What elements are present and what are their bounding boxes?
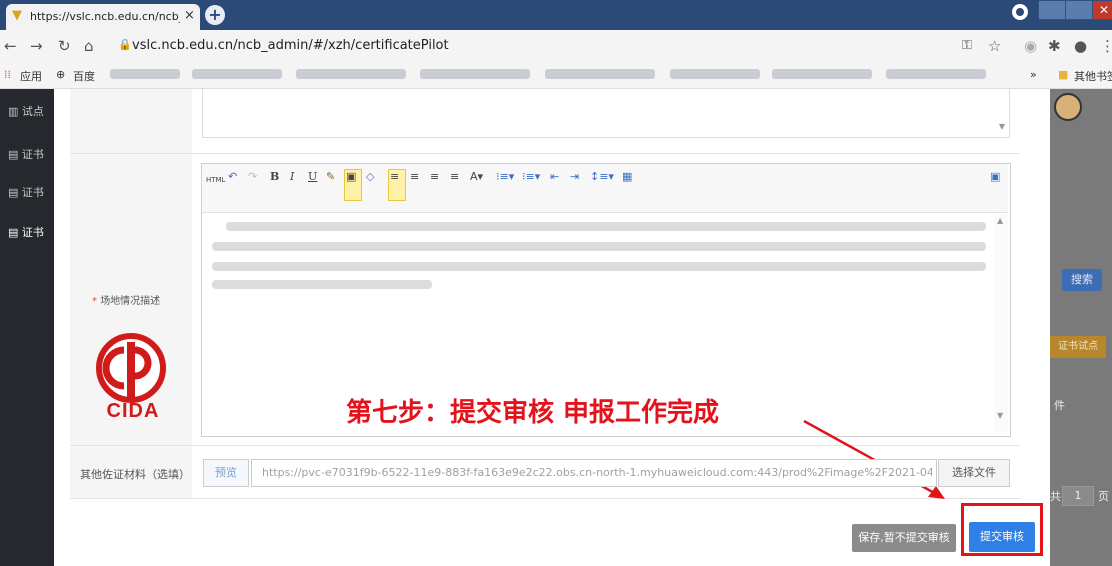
bookmark-blurred[interactable]: [545, 69, 655, 79]
indent-icon[interactable]: ⇥: [570, 170, 579, 184]
align-justify-icon[interactable]: ≡: [450, 170, 459, 184]
home-icon[interactable]: ⌂: [84, 38, 94, 54]
html-source-button[interactable]: HTML: [206, 173, 225, 187]
undo-icon[interactable]: ↶: [228, 170, 237, 184]
account-icon[interactable]: ●: [1074, 38, 1087, 54]
scroll-up-icon[interactable]: ▲: [997, 216, 1003, 225]
sidebar-item-cert-3[interactable]: ▤ 证书: [8, 224, 44, 240]
editor-toolbar: HTML ↶ ↷ B I U ✎ ▣ ◇ ≡ ≡ ≡ ≡ A▾ ⁝≡▾ ⁝≡▾ …: [202, 164, 1008, 213]
outdent-icon[interactable]: ⇤: [550, 170, 559, 184]
bold-icon[interactable]: B: [270, 170, 279, 184]
bookmark-blurred[interactable]: [192, 69, 282, 79]
editor-scrollbar[interactable]: ▲ ▼: [994, 214, 1008, 432]
folder-icon: ■: [1058, 68, 1069, 81]
blurred-text-line: [212, 280, 432, 289]
bookmark-blurred[interactable]: [670, 69, 760, 79]
bookmark-blurred[interactable]: [772, 69, 872, 79]
pagination-suffix: 页: [1098, 490, 1109, 503]
step-annotation: 第七步：提交审核 申报工作完成: [346, 398, 720, 428]
site-description-label: * 场地情况描述: [92, 296, 161, 307]
eraser-icon[interactable]: ◇: [366, 170, 374, 184]
search-button[interactable]: 搜索: [1062, 269, 1102, 291]
file-url-input[interactable]: https://pvc-e7031f9b-6522-11e9-883f-fa16…: [251, 459, 937, 487]
pilot-button[interactable]: 证书试点: [1050, 336, 1106, 358]
preview-button[interactable]: 预览: [203, 459, 249, 487]
file-url-value: https://pvc-e7031f9b-6522-11e9-883f-fa16…: [262, 466, 932, 479]
cida-logo-text: CIDA: [106, 400, 160, 422]
sidebar-item-cert-1[interactable]: ▤ 证书: [8, 146, 44, 162]
lock-icon: 🔒: [118, 38, 132, 51]
minimize-button[interactable]: [1038, 0, 1066, 20]
underline-icon[interactable]: U: [308, 170, 317, 184]
bookmark-blurred[interactable]: [296, 69, 406, 79]
avatar[interactable]: [1054, 93, 1082, 121]
row-divider: [70, 153, 1020, 154]
extension-icon[interactable]: ◉: [1024, 38, 1037, 54]
bookmarks-more[interactable]: »: [1030, 68, 1037, 81]
italic-icon[interactable]: I: [290, 170, 294, 184]
bookmark-apps[interactable]: 应用: [20, 68, 42, 84]
url-text[interactable]: vslc.ncb.edu.cn/ncb_admin/#/xzh/certific…: [132, 38, 449, 53]
font-color-icon[interactable]: A▾: [470, 170, 483, 184]
other-materials-label: 其他佐证材料（选填）: [80, 468, 190, 481]
tab-title: https://vslc.ncb.edu.cn/ncb_ac: [30, 10, 180, 23]
bookmark-blurred[interactable]: [110, 69, 180, 79]
apps-icon[interactable]: ⁞⁞: [4, 68, 11, 81]
bookmark-baidu[interactable]: 百度: [73, 68, 95, 84]
tab-close-icon[interactable]: ×: [184, 8, 195, 23]
scroll-down-icon[interactable]: ▼: [997, 411, 1003, 420]
back-icon[interactable]: ←: [4, 38, 17, 54]
puzzle-icon[interactable]: ✱: [1048, 38, 1061, 54]
align-left-icon[interactable]: ≡: [390, 170, 399, 184]
fullscreen-icon[interactable]: ▣: [990, 170, 1000, 184]
align-right-icon[interactable]: ≡: [430, 170, 439, 184]
line-height-icon[interactable]: ↕≡▾: [590, 170, 614, 184]
column-header: 件: [1054, 399, 1065, 412]
sidebar-item-pilot[interactable]: ▥ 试点: [8, 103, 44, 119]
profile-menu-icon[interactable]: [1012, 4, 1028, 20]
forward-icon[interactable]: →: [30, 38, 43, 54]
choose-file-button[interactable]: 选择文件: [938, 459, 1010, 487]
previous-textarea[interactable]: ▼: [202, 89, 1010, 138]
ordered-list-icon[interactable]: ⁝≡▾: [496, 170, 514, 184]
redo-icon[interactable]: ↷: [248, 170, 257, 184]
blurred-text-line: [212, 242, 986, 251]
paste-icon[interactable]: ▣: [346, 170, 356, 184]
page-number-input[interactable]: 1: [1062, 486, 1094, 506]
blurred-text-line: [226, 222, 986, 231]
save-draft-button[interactable]: 保存,暂不提交审核: [852, 524, 956, 552]
new-tab-button[interactable]: +: [205, 5, 225, 25]
unordered-list-icon[interactable]: ⁝≡▾: [522, 170, 540, 184]
format-brush-icon[interactable]: ✎: [326, 170, 335, 184]
pagination-prefix: 共: [1050, 490, 1061, 503]
scroll-down-icon[interactable]: ▼: [999, 122, 1005, 131]
sidebar-item-cert-2[interactable]: ▤ 证书: [8, 184, 44, 200]
bookmark-other[interactable]: 其他书签: [1074, 68, 1112, 84]
window-controls: ✕: [1010, 0, 1112, 24]
bookmark-blurred[interactable]: [886, 69, 986, 79]
highlight-box: [961, 503, 1043, 556]
globe-icon: ⊕: [56, 68, 66, 81]
close-window-button[interactable]: ✕: [1092, 0, 1112, 20]
menu-dots-icon[interactable]: ⋮: [1100, 38, 1112, 54]
browser-tab[interactable]: ▼ https://vslc.ncb.edu.cn/ncb_ac ×: [6, 4, 200, 30]
site-favicon-icon: ▼: [12, 8, 22, 23]
reload-icon[interactable]: ↻: [58, 38, 71, 54]
bookmark-blurred[interactable]: [420, 69, 530, 79]
align-center-icon[interactable]: ≡: [410, 170, 419, 184]
blurred-text-line: [212, 262, 986, 271]
table-icon[interactable]: ▦: [622, 170, 632, 184]
maximize-button[interactable]: [1065, 0, 1093, 20]
